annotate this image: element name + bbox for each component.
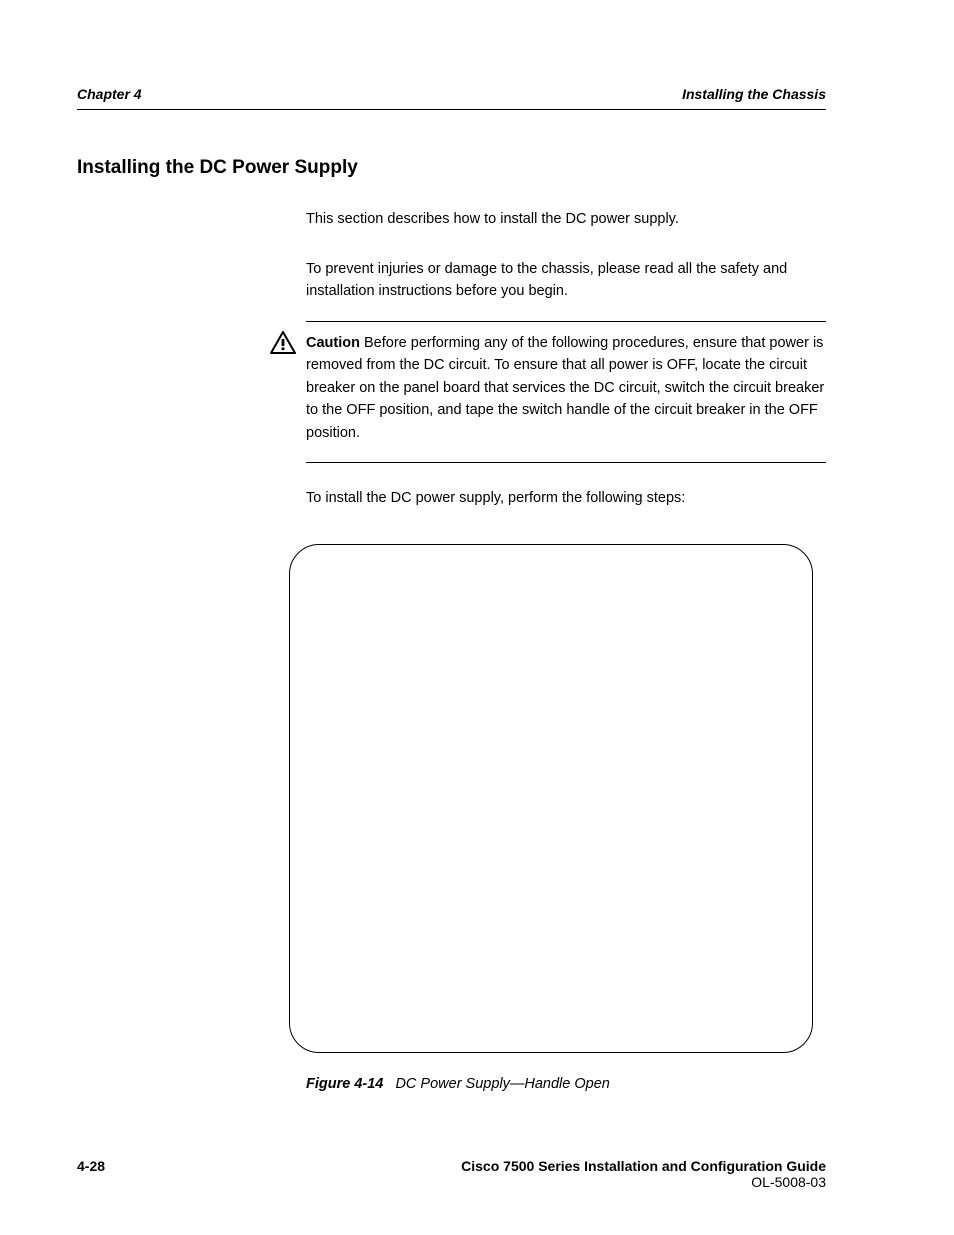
caution-block: Caution Before performing any of the fol… [306, 321, 826, 463]
running-header-title: Installing the Chassis [682, 86, 826, 102]
figure-placeholder [289, 544, 813, 1053]
caution-body: Before performing any of the following p… [306, 335, 824, 441]
running-header: Chapter 4 Installing the Chassis [77, 86, 826, 102]
body-paragraph: To install the DC power supply, perform … [306, 487, 826, 509]
figure-title: DC Power Supply—Handle Open [395, 1076, 609, 1092]
figure-caption: Figure 4-14 DC Power Supply—Handle Open [306, 1076, 610, 1092]
section-heading: Installing the DC Power Supply [77, 157, 358, 179]
warning-triangle-icon [270, 331, 296, 355]
footer-left: 4-28 [77, 1158, 105, 1190]
running-header-chapter: Chapter 4 [77, 86, 142, 102]
footer-doc-title: Cisco 7500 Series Installation and Confi… [461, 1158, 826, 1174]
page: Chapter 4 Installing the Chassis Install… [0, 0, 954, 1235]
footer-doc-number: OL-5008-03 [461, 1174, 826, 1190]
caution-text: Caution Before performing any of the fol… [306, 322, 826, 462]
body-paragraph: To prevent injuries or damage to the cha… [306, 258, 826, 303]
caution-rule-bottom [306, 462, 826, 463]
caution-label: Caution [306, 335, 360, 351]
footer-right: Cisco 7500 Series Installation and Confi… [461, 1158, 826, 1190]
page-number: 4-28 [77, 1158, 105, 1174]
body-paragraph: This section describes how to install th… [306, 208, 826, 230]
figure-number: Figure 4-14 [306, 1076, 383, 1092]
header-rule [77, 109, 826, 110]
page-footer: 4-28 Cisco 7500 Series Installation and … [77, 1158, 826, 1190]
